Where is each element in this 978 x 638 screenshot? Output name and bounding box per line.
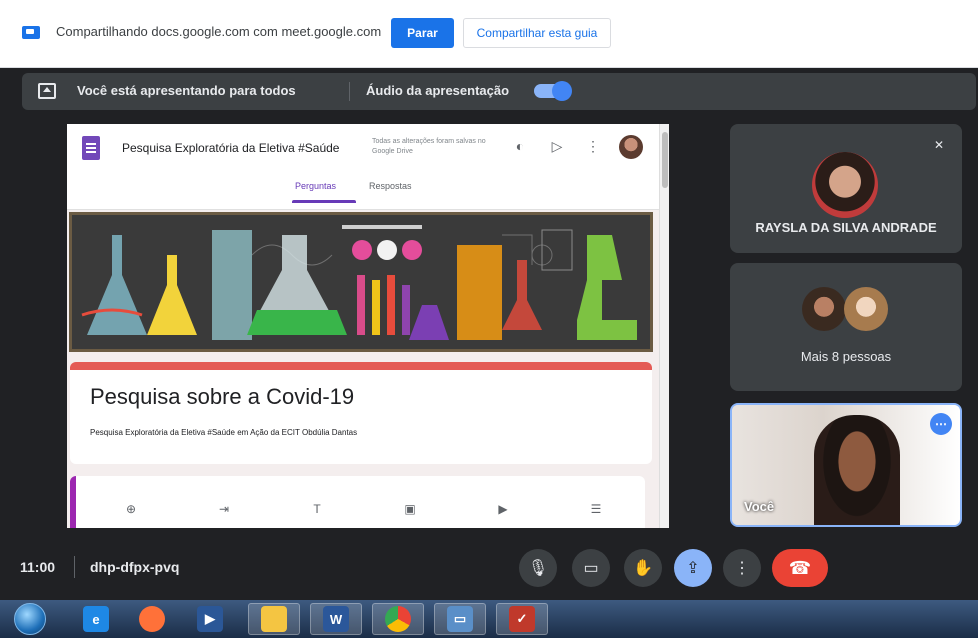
present-screen-icon: ⇪ [686,560,700,577]
divider [349,82,350,101]
google-forms-icon[interactable] [82,136,100,160]
form-title-card: Pesquisa sobre a Covid-19 Pesquisa Explo… [70,362,652,464]
app-icon: ✓ [509,606,535,632]
firefox-icon [139,606,165,632]
add-image-icon[interactable]: ▣ [401,500,419,518]
self-name-label: Você [744,499,775,514]
send-icon[interactable]: ▷ [547,136,567,156]
more-participants-tile[interactable]: Mais 8 pessoas [730,263,962,391]
add-video-icon[interactable]: ▶ [494,500,512,518]
present-screen-icon [38,83,56,99]
taskbar-firefox[interactable] [126,603,178,635]
avatar [844,287,888,331]
start-button[interactable] [14,603,46,635]
presenting-bar: Você está apresentando para todos Áudio … [22,73,976,110]
word-icon: W [323,606,349,632]
form-doc-title[interactable]: Pesquisa Exploratória da Eletiva #Saúde [122,141,360,155]
account-avatar[interactable] [619,135,643,159]
avatar [802,287,846,331]
add-question-icon[interactable]: ⊕ [122,500,140,518]
participant-name: RAYSLA DA SILVA ANDRADE [755,220,937,235]
presentation-audio-label: Áudio da apresentação [366,83,510,98]
folder-icon [261,606,287,632]
meeting-code[interactable]: dhp-dfpx-pvq [90,559,179,575]
taskbar-word[interactable]: W [310,603,362,635]
self-view-tile[interactable]: ⋯ Você [730,403,962,527]
screen-share-icon [22,26,40,39]
more-people-label: Mais 8 pessoas [800,349,892,364]
form-description[interactable]: Pesquisa Exploratória da Eletiva #Saúde … [90,428,357,437]
end-call-button[interactable]: ☎ [772,549,828,587]
tab-responses[interactable]: Respostas [369,181,412,191]
taskbar-media-player[interactable]: ▶ [184,603,236,635]
share-this-tab-button[interactable]: Compartilhar esta guia [463,18,611,48]
taskbar-file-explorer[interactable] [248,603,300,635]
window-icon: ▭ [447,606,473,632]
media-player-icon: ▶ [197,606,223,632]
lab-glassware-illustration [72,215,650,349]
taskbar-window[interactable]: ▭ [434,603,486,635]
forms-header: Pesquisa Exploratória da Eletiva #Saúde … [67,124,659,210]
sharing-status-text: Compartilhando docs.google.com com meet.… [56,24,382,39]
add-title-icon[interactable]: T [308,500,326,518]
mic-off-icon: ✕ [933,138,945,152]
import-questions-icon[interactable]: ⇥ [215,500,233,518]
divider [74,556,75,578]
more-vert-icon: ⋮ [734,560,750,577]
camera-button[interactable]: ▭ [572,549,610,587]
add-section-icon[interactable]: ☰ [587,500,605,518]
presenting-status-text: Você está apresentando para todos [77,83,296,98]
taskbar-ie[interactable]: e [70,603,122,635]
raise-hand-button[interactable]: ✋ [624,549,662,587]
stop-sharing-button[interactable]: Parar [391,18,454,48]
chrome-icon [385,606,411,632]
meeting-time: 11:00 [20,559,56,575]
shared-screen: Pesquisa Exploratória da Eletiva #Saúde … [67,124,669,528]
palette-icon[interactable]: ◐ [510,136,530,156]
taskbar: e ▶ W ▭ ✓ [0,600,978,638]
form-heading[interactable]: Pesquisa sobre a Covid-19 [90,384,354,410]
presentation-audio-toggle[interactable] [534,81,572,101]
more-options-icon[interactable]: ⋯ [930,413,952,435]
microphone-icon: 🎙 [527,560,549,577]
active-tab-indicator [292,200,356,203]
toggle-knob [552,81,572,101]
form-header-image [69,212,653,352]
internet-explorer-icon: e [83,606,109,632]
tab-questions[interactable]: Perguntas [295,181,336,191]
present-button[interactable]: ⇪ [674,549,712,587]
scroll-thumb[interactable] [662,132,668,188]
more-vert-icon[interactable]: ⋮ [583,136,603,156]
more-options-button[interactable]: ⋮ [723,549,761,587]
tab-sharing-bar: Compartilhando docs.google.com com meet.… [0,0,978,68]
hand-icon: ✋ [633,560,653,577]
taskbar-app[interactable]: ✓ [496,603,548,635]
camera-icon: ▭ [583,560,599,577]
avatar [812,152,878,218]
self-video-person [814,415,900,525]
saved-status: Todas as alterações foram salvas no Goog… [372,138,486,155]
end-call-icon: ☎ [788,557,812,578]
microphone-button[interactable]: 🎙 [519,549,557,587]
scrollbar[interactable] [659,124,669,528]
participant-tile[interactable]: ✕ RAYSLA DA SILVA ANDRADE [730,124,962,253]
question-toolbar: ⊕ ⇥ T ▣ ▶ ☰ [70,476,645,528]
taskbar-chrome[interactable] [372,603,424,635]
